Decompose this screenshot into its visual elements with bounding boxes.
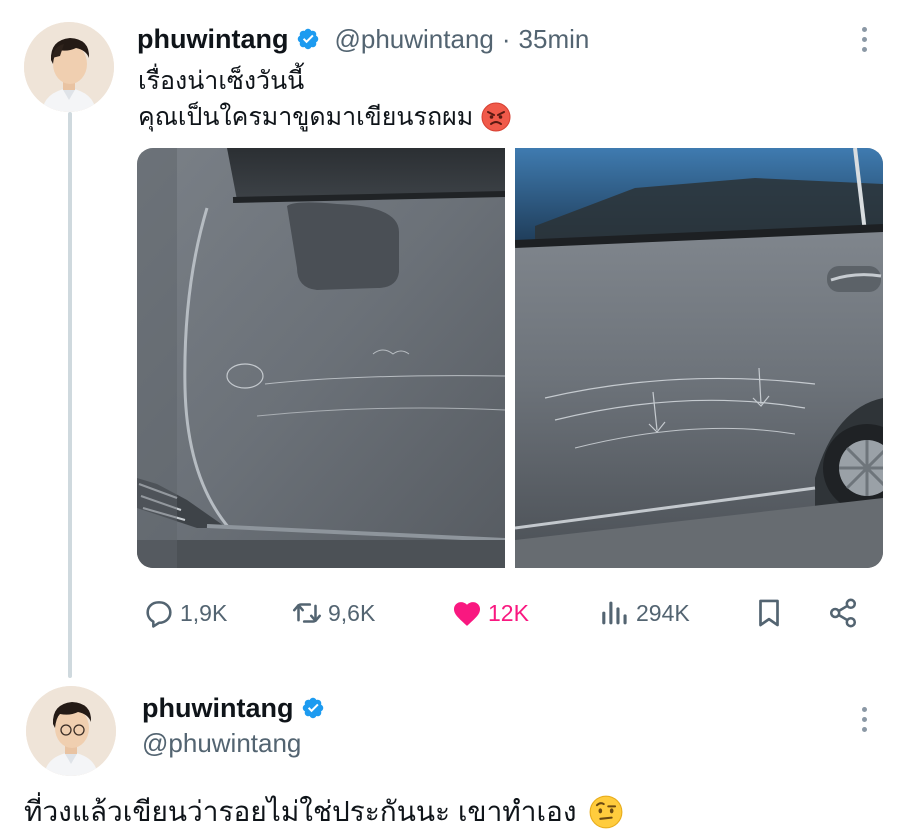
- more-options-icon[interactable]: [852, 22, 876, 56]
- avatar[interactable]: [26, 686, 116, 776]
- bookmark-icon: [759, 599, 779, 627]
- tweet-text-line: เรื่องน่าเซ็งวันนี้: [138, 67, 305, 95]
- reply-text: ที่วงแล้วเขียนว่ารอยไม่ใช่ประกันนะ เขาทำ…: [24, 792, 623, 832]
- heart-filled-icon: [453, 602, 481, 626]
- tweet-media-grid[interactable]: [137, 148, 883, 568]
- avatar-photo-icon: [24, 22, 114, 112]
- bookmark-button[interactable]: [752, 590, 786, 636]
- tweet-timestamp[interactable]: 35min: [519, 24, 590, 55]
- retweet-count: 9,6K: [328, 599, 376, 626]
- share-button[interactable]: [826, 590, 860, 636]
- like-count: 12K: [488, 599, 529, 626]
- tweet-header: phuwintang @phuwintang · 35min: [137, 22, 589, 56]
- car-door-photo-left[interactable]: [137, 148, 505, 568]
- share-icon: [829, 598, 857, 628]
- verified-badge-icon: [301, 696, 325, 720]
- author-name[interactable]: phuwintang: [137, 24, 288, 55]
- reply-icon: [146, 601, 172, 628]
- like-button[interactable]: 12K: [450, 590, 529, 636]
- reply-count: 1,9K: [180, 599, 228, 626]
- verified-badge-icon: [296, 27, 320, 51]
- author-handle[interactable]: @phuwintang: [142, 726, 301, 760]
- tweet-text-content: คุณเป็นใครมาขูดมาเขียนรถผม: [138, 103, 474, 131]
- car-door-photo-right[interactable]: [515, 148, 883, 568]
- views-count: 294K: [636, 599, 690, 626]
- reply-text-content: ที่วงแล้วเขียนว่ารอยไม่ใช่ประกันนะ เขาทำ…: [24, 796, 577, 827]
- retweet-button[interactable]: 9,6K: [290, 590, 375, 636]
- avatar[interactable]: [24, 22, 114, 112]
- retweet-icon: [292, 603, 322, 623]
- tweet-text-line: คุณเป็นใครมาขูดมาเขียนรถผม: [138, 100, 511, 134]
- author-handle[interactable]: @phuwintang: [334, 24, 493, 55]
- separator-dot: ·: [501, 23, 511, 54]
- reply-button[interactable]: 1,9K: [142, 590, 227, 636]
- tweet-actions-bar: 1,9K 9,6K 12K 294K: [138, 590, 864, 636]
- reply-header: phuwintang: [142, 690, 325, 726]
- author-name[interactable]: phuwintang: [142, 693, 293, 724]
- views-chart-icon: [602, 601, 627, 625]
- avatar-photo-icon: [26, 686, 116, 776]
- face-with-raised-eyebrow-emoji-icon: [589, 795, 623, 829]
- views-button[interactable]: 294K: [598, 590, 690, 636]
- thread-connector-line: [68, 112, 72, 678]
- more-options-icon[interactable]: [852, 702, 876, 736]
- angry-face-emoji-icon: [481, 102, 511, 132]
